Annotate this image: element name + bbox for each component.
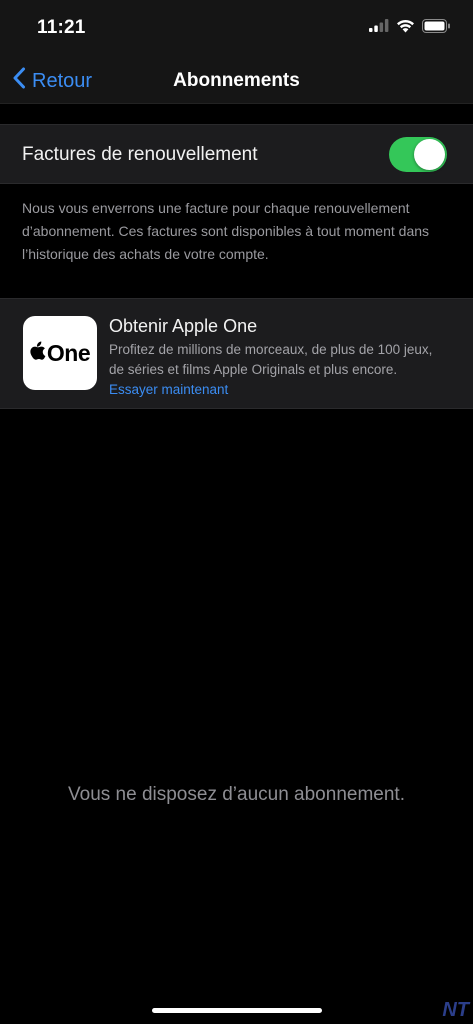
renewal-receipts-toggle[interactable]	[389, 137, 447, 172]
battery-icon	[422, 18, 451, 38]
renewal-receipts-label: Factures de renouvellement	[22, 144, 258, 165]
toggle-knob	[414, 139, 445, 170]
apple-one-logo-text: One	[46, 339, 91, 366]
renewal-receipts-row: Factures de renouvellement	[0, 124, 473, 184]
page-title: Abonnements	[173, 70, 300, 91]
promo-description: Profitez de millions de morceaux, de plu…	[109, 340, 449, 400]
apple-one-promo[interactable]: One Obtenir Apple One Profitez de millio…	[0, 298, 473, 409]
watermark-logo: NT	[442, 999, 469, 1021]
home-indicator[interactable]	[152, 1008, 322, 1013]
empty-state-message: Vous ne disposez d’aucun abonnement.	[68, 784, 405, 805]
renewal-receipts-footnote: Nous vous enverrons une facture pour cha…	[22, 200, 430, 262]
wifi-icon	[396, 19, 415, 38]
status-time: 11:21	[37, 17, 86, 38]
status-icons	[369, 18, 451, 38]
signal-icon	[369, 19, 389, 37]
try-now-link[interactable]: Essayer maintenant	[109, 382, 228, 397]
status-bar: 11:21	[0, 0, 473, 58]
promo-title: Obtenir Apple One	[109, 316, 258, 336]
navigation-bar: Retour Abonnements	[0, 58, 473, 104]
apple-logo-icon	[30, 341, 46, 365]
promo-description-text: Profitez de millions de morceaux, de plu…	[109, 342, 433, 377]
apple-one-logo: One	[23, 316, 97, 390]
